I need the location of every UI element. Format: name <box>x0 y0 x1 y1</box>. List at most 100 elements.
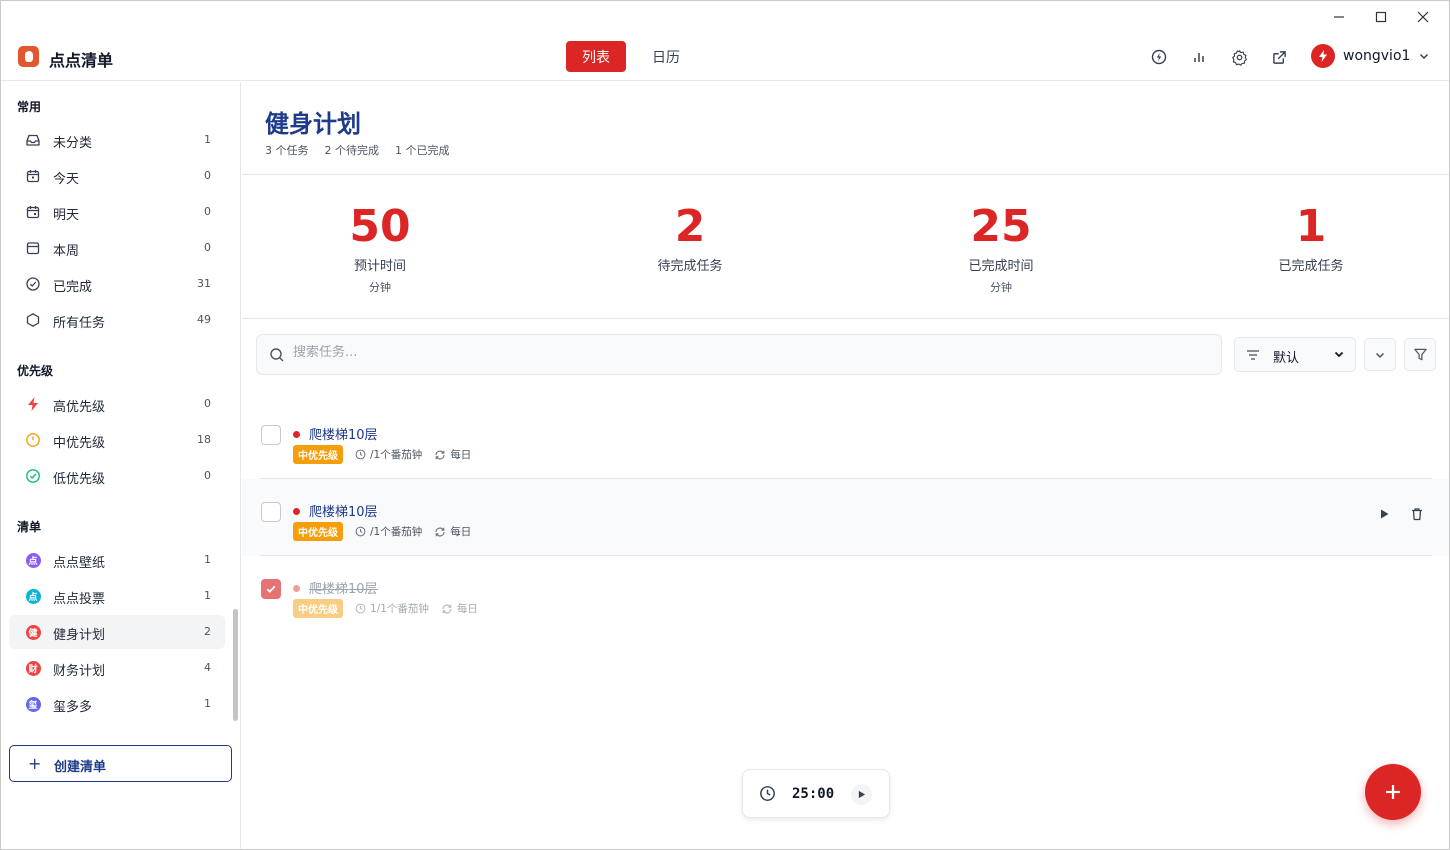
external-link-icon[interactable] <box>1269 47 1289 67</box>
stat-estimated-time: 50 预计时间 分钟 <box>280 175 480 295</box>
page-title: 健身计划 <box>265 110 361 138</box>
list-badge-icon: 财 <box>25 660 41 676</box>
sidebar-item-count: 0 <box>204 205 211 218</box>
app-name: 点点清单 <box>49 51 114 70</box>
task-meta: 中优先级 /1个番茄钟 每日 <box>293 445 471 464</box>
check-circle-icon <box>25 468 41 484</box>
summary-pending: 2 个待完成 <box>324 144 380 157</box>
sidebar-item-count: 4 <box>204 661 211 674</box>
task-row[interactable]: 爬楼梯10层 中优先级 /1个番茄钟 每日 <box>242 402 1449 479</box>
sidebar-item-low-priority[interactable]: 低优先级 0 <box>9 459 225 493</box>
summary-done: 1 个已完成 <box>395 144 450 157</box>
sidebar-item-label: 点点壁纸 <box>53 556 106 571</box>
clock-icon <box>355 449 366 460</box>
minimize-button[interactable] <box>1319 5 1359 29</box>
pomodoro-info: 1/1个番茄钟 <box>355 601 429 616</box>
clock-circle-icon <box>25 432 41 448</box>
chevron-down-icon <box>1375 352 1385 358</box>
task-title[interactable]: 爬楼梯10层 <box>309 578 378 597</box>
sidebar-item-high-priority[interactable]: 高优先级 0 <box>9 387 225 421</box>
tab-list[interactable]: 列表 <box>566 41 626 72</box>
sidebar-item-list-finance[interactable]: 财 财务计划 4 <box>9 651 225 685</box>
calendar-week-icon <box>25 240 41 256</box>
repeat-label: 每日 <box>456 603 478 615</box>
main-content: 健身计划 3 个任务 2 个待完成 1 个已完成 50 预计时间 分钟 2 待完… <box>242 82 1449 849</box>
sidebar-item-this-week[interactable]: 本周 0 <box>9 231 225 265</box>
section-title-common: 常用 <box>17 100 42 114</box>
priority-tag: 中优先级 <box>293 522 343 541</box>
search-icon <box>270 348 284 362</box>
clock-icon <box>355 603 366 614</box>
repeat-label: 每日 <box>450 526 472 538</box>
sidebar-item-today[interactable]: 今天 0 <box>9 159 225 193</box>
close-button[interactable] <box>1403 5 1443 29</box>
tab-calendar[interactable]: 日历 <box>636 41 696 72</box>
search-input[interactable] <box>293 345 1193 360</box>
sidebar-item-label: 中优先级 <box>53 436 106 451</box>
task-row[interactable]: 爬楼梯10层 中优先级 /1个番茄钟 每日 <box>242 479 1449 556</box>
task-meta: 中优先级 1/1个番茄钟 每日 <box>293 599 478 618</box>
priority-dot <box>293 508 300 515</box>
sidebar-item-count: 0 <box>204 169 211 182</box>
task-checkbox[interactable] <box>261 579 281 599</box>
list-badge: 点 <box>25 552 41 568</box>
sidebar-item-list-vote[interactable]: 点 点点投票 1 <box>9 579 225 613</box>
priority-dot <box>293 431 300 438</box>
timer-play-button[interactable] <box>851 784 872 805</box>
sidebar-item-completed[interactable]: 已完成 31 <box>9 267 225 301</box>
stat-completed-tasks: 1 已完成任务 <box>1211 175 1411 274</box>
create-list-button[interactable]: + 创建清单 <box>9 745 232 782</box>
start-timer-button[interactable] <box>1376 506 1392 522</box>
sidebar-item-count: 1 <box>204 697 211 710</box>
sort-order-button[interactable] <box>1364 338 1396 371</box>
add-task-button[interactable] <box>1365 764 1421 820</box>
delete-task-button[interactable] <box>1409 506 1425 522</box>
list-badge: 健 <box>25 624 41 640</box>
priority-tag: 中优先级 <box>293 599 343 618</box>
gear-icon[interactable] <box>1229 47 1249 67</box>
task-title[interactable]: 爬楼梯10层 <box>309 424 378 443</box>
task-title[interactable]: 爬楼梯10层 <box>309 501 378 520</box>
play-icon <box>1381 509 1389 519</box>
calendar-today-icon <box>25 168 41 184</box>
list-badge-icon: 点 <box>25 588 41 604</box>
pomodoro-count: /1个番茄钟 <box>370 526 423 538</box>
sidebar-item-label: 所有任务 <box>53 316 106 331</box>
user-menu[interactable]: wongvio1 <box>1311 44 1430 68</box>
sidebar-item-list-fitness[interactable]: 健 健身计划 2 <box>9 615 225 649</box>
sidebar-item-count: 1 <box>204 553 211 566</box>
sort-select[interactable]: 默认 <box>1234 337 1356 372</box>
sidebar-item-list-wallpaper[interactable]: 点 点点壁纸 1 <box>9 543 225 577</box>
sidebar-item-label: 财务计划 <box>53 664 106 679</box>
maximize-button[interactable] <box>1361 5 1401 29</box>
sidebar-item-label: 高优先级 <box>53 400 106 415</box>
sidebar-item-count: 0 <box>204 241 211 254</box>
app-window: 点点清单 列表 日历 wongvio1 常用 未分类 1 今天 0 明天 0 本… <box>0 0 1450 850</box>
stat-label: 待完成任务 <box>657 259 723 274</box>
sidebar-item-count: 1 <box>204 589 211 602</box>
check-icon <box>266 585 276 593</box>
bar-chart-icon[interactable] <box>1189 47 1209 67</box>
filter-button[interactable] <box>1404 338 1436 371</box>
stat-label: 预计时间 <box>353 259 406 274</box>
list-badge: 财 <box>25 660 41 676</box>
calendar-tomorrow-icon <box>25 204 41 220</box>
sidebar-item-label: 已完成 <box>53 280 93 295</box>
repeat-icon <box>435 450 445 459</box>
stat-completed-time: 25 已完成时间 分钟 <box>901 175 1101 295</box>
lightning-circle-icon[interactable] <box>1149 47 1169 67</box>
sidebar-item-list-xiduoduo[interactable]: 玺 玺多多 1 <box>9 687 225 721</box>
sidebar-item-count: 0 <box>204 397 211 410</box>
task-row[interactable]: 爬楼梯10层 中优先级 1/1个番茄钟 每日 <box>242 556 1449 633</box>
sidebar-scrollbar[interactable] <box>233 609 238 721</box>
sidebar-item-tomorrow[interactable]: 明天 0 <box>9 195 225 229</box>
sidebar-item-medium-priority[interactable]: 中优先级 18 <box>9 423 225 457</box>
clock-icon <box>355 526 366 537</box>
summary-total: 3 个任务 <box>265 144 309 157</box>
sidebar-item-all-tasks[interactable]: 所有任务 49 <box>9 303 225 337</box>
plus-icon: + <box>28 754 42 773</box>
sidebar-item-uncategorized[interactable]: 未分类 1 <box>9 123 225 157</box>
filter-icon <box>1413 348 1427 361</box>
task-checkbox[interactable] <box>261 502 281 522</box>
task-checkbox[interactable] <box>261 425 281 445</box>
